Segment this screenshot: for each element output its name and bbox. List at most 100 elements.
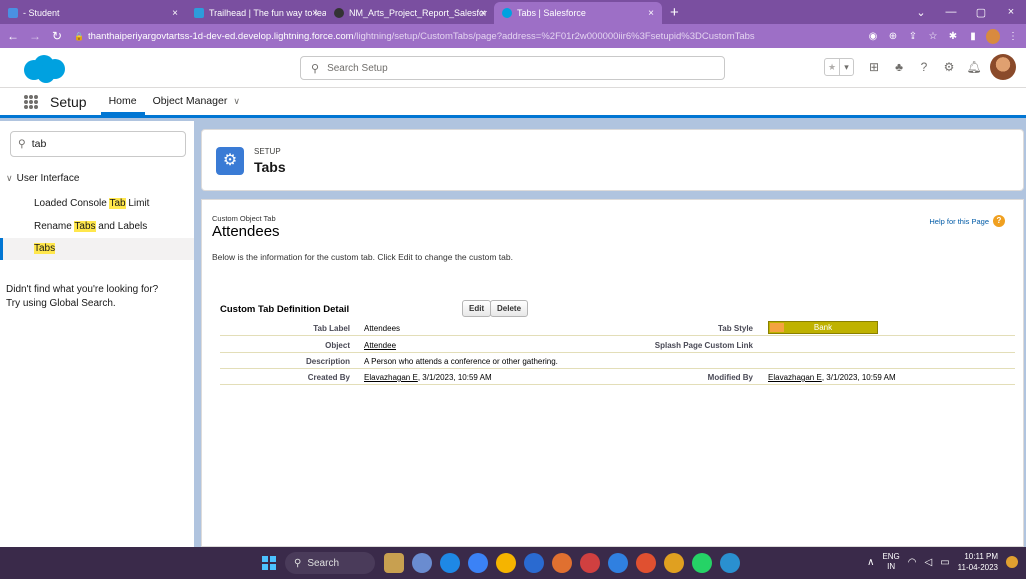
page-title: Tabs <box>254 159 286 175</box>
favorites-star-icon[interactable]: ★ <box>825 59 839 75</box>
clock[interactable]: 10:11 PM 11-04-2023 <box>958 551 998 573</box>
taskbar-app-icon[interactable] <box>692 553 712 573</box>
close-tab-icon[interactable]: × <box>172 8 178 19</box>
search-icon: ⚲ <box>294 557 302 569</box>
salesforce-cloud-logo-icon[interactable] <box>20 54 68 84</box>
field-value: Elavazhagan E, 3/1/2023, 10:59 AM <box>768 373 896 382</box>
new-tab-button[interactable]: + <box>670 4 679 24</box>
taskbar-app-icon[interactable] <box>664 553 684 573</box>
lock-icon: 🔒 <box>74 31 84 41</box>
detail-intro: Below is the information for the custom … <box>212 252 513 262</box>
battery-icon[interactable]: ▭ <box>940 557 949 568</box>
browser-tab-student[interactable]: - Student × <box>0 2 186 24</box>
browser-menu-icon[interactable]: ⋮ <box>1006 31 1020 42</box>
taskbar-app-icon[interactable] <box>412 553 432 573</box>
taskbar-app-icon[interactable] <box>524 553 544 573</box>
detail-row: Object Attendee Splash Page Custom Link <box>220 338 1015 353</box>
browser-tab-tabs-salesforce[interactable]: Tabs | Salesforce × <box>494 2 662 24</box>
search-icon: ⚲ <box>311 62 320 75</box>
field-label: Tab Label <box>313 324 350 333</box>
reload-icon[interactable]: ↻ <box>48 29 66 43</box>
url-field[interactable]: 🔒 thanthaiperiyargovtartss-1d-dev-ed.dev… <box>74 31 755 42</box>
taskbar-search-label: Search <box>307 557 340 569</box>
help-for-this-page-link[interactable]: Help for this Page ? <box>929 215 1005 227</box>
report-favicon-icon <box>334 8 344 18</box>
taskbar-app-icon[interactable] <box>468 553 488 573</box>
bookmark-star-icon[interactable]: ☆ <box>926 31 940 42</box>
field-label: Description <box>305 357 350 366</box>
browser-tab-trailhead[interactable]: Trailhead | The fun way to learn × <box>186 2 326 24</box>
not-found-line: Didn't find what you're looking for? <box>6 284 159 295</box>
taskbar-app-icon[interactable] <box>440 553 460 573</box>
field-value: Bank <box>813 323 833 332</box>
tree-section-user-interface[interactable]: ∨ User Interface <box>6 173 79 184</box>
forward-icon[interactable]: → <box>26 29 44 43</box>
chevron-down-icon[interactable]: ∨ <box>233 96 240 106</box>
nav-tab-label: Object Manager <box>152 95 228 107</box>
global-search-input[interactable]: ⚲ Search Setup <box>300 56 725 80</box>
close-window-icon[interactable]: × <box>996 6 1026 18</box>
browser-tab-report[interactable]: NM_Arts_Project_Report_Salesfor × <box>326 2 494 24</box>
taskbar-app-icon[interactable] <box>608 553 628 573</box>
app-launcher-icon[interactable] <box>24 94 38 109</box>
tray-overflow-icon[interactable]: ∧ <box>867 557 874 568</box>
browser-tab-strip: - Student × Trailhead | The fun way to l… <box>0 0 1026 24</box>
created-by-user-link[interactable]: Elavazhagan E <box>364 373 418 382</box>
user-avatar[interactable] <box>990 54 1016 80</box>
taskbar-search[interactable]: ⚲ Search <box>285 552 375 574</box>
delete-button[interactable]: Delete <box>490 300 529 317</box>
taskbar-app-icon[interactable] <box>720 553 740 573</box>
taskbar-app-icon[interactable] <box>384 553 404 573</box>
volume-icon[interactable]: ◁ <box>925 557 933 568</box>
google-lens-icon[interactable]: ◉ <box>866 31 880 42</box>
global-actions-icon[interactable]: ⊞ <box>865 58 883 76</box>
setup-gear-icon[interactable]: ⚙ <box>940 58 958 76</box>
taskbar-app-icon[interactable] <box>580 553 600 573</box>
detail-row: Description A Person who attends a confe… <box>220 354 1015 369</box>
salesforce-favicon-icon <box>502 8 512 18</box>
maximize-icon[interactable]: ▢ <box>966 6 996 19</box>
address-bar: ← → ↻ 🔒 thanthaiperiyargovtartss-1d-dev-… <box>0 24 1026 48</box>
language-indicator[interactable]: ENG IN <box>882 552 899 572</box>
url-path: /lightning/setup/CustomTabs/page?address… <box>353 30 755 42</box>
favorites-dropdown-icon[interactable]: ▾ <box>839 59 853 75</box>
share-icon[interactable]: ⇪ <box>906 31 920 42</box>
section-title: Custom Tab Definition Detail <box>220 304 350 315</box>
taskbar-app-icon[interactable] <box>496 553 516 573</box>
not-found-line: Try using Global Search. <box>6 298 116 309</box>
nav-tab-home[interactable]: Home <box>100 88 145 115</box>
tree-item-text: and Labels <box>95 221 148 232</box>
help-icon[interactable]: ? <box>915 58 933 76</box>
browser-tab-title: NM_Arts_Project_Report_Salesfor <box>349 8 488 18</box>
object-link[interactable]: Attendee <box>364 341 396 350</box>
windows-start-icon[interactable] <box>262 556 276 570</box>
edit-button[interactable]: Edit <box>462 300 492 317</box>
sidepanel-icon[interactable]: ▮ <box>966 31 980 42</box>
taskbar-app-icon[interactable] <box>636 553 656 573</box>
minimize-icon[interactable]: — <box>936 6 966 18</box>
close-tab-icon[interactable]: × <box>648 8 654 19</box>
setup-gear-icon: ⚙ <box>216 147 244 175</box>
modified-by-user-link[interactable]: Elavazhagan E <box>768 373 822 382</box>
setup-sidebar: ⚲ tab ∨ User Interface Loaded Console Tab… <box>0 121 194 547</box>
tree-item-tabs[interactable]: Tabs <box>0 238 194 260</box>
page-kicker: SETUP <box>254 147 281 156</box>
tree-item-rename-tabs-and-labels[interactable]: Rename Tabs and Labels <box>0 216 194 238</box>
global-header: ⚲ Search Setup ★ ▾ ⊞ ♣ ? ⚙ 🔔︎ <box>0 48 1026 88</box>
extensions-icon[interactable]: ✱ <box>946 31 960 42</box>
zoom-icon[interactable]: ⊕ <box>886 31 900 42</box>
nav-tab-object-manager[interactable]: Object Manager ∨ <box>145 88 248 115</box>
tab-search-icon[interactable]: ⌄ <box>906 6 936 19</box>
quick-find-input[interactable]: ⚲ tab <box>10 131 186 157</box>
notifications-bell-icon[interactable]: 🔔︎ <box>965 58 983 76</box>
profile-avatar-icon[interactable] <box>986 28 1000 44</box>
close-tab-icon[interactable]: × <box>312 8 318 19</box>
wifi-icon[interactable]: ◠ <box>908 557 917 568</box>
trailhead-guidance-icon[interactable]: ♣ <box>890 58 908 76</box>
notification-icon[interactable] <box>1006 556 1018 568</box>
language-line: ENG <box>882 552 900 561</box>
close-tab-icon[interactable]: × <box>480 8 486 19</box>
taskbar-app-icon[interactable] <box>552 553 572 573</box>
back-icon[interactable]: ← <box>4 29 22 43</box>
tree-item-loaded-console-tab-limit[interactable]: Loaded Console Tab Limit <box>0 193 194 215</box>
